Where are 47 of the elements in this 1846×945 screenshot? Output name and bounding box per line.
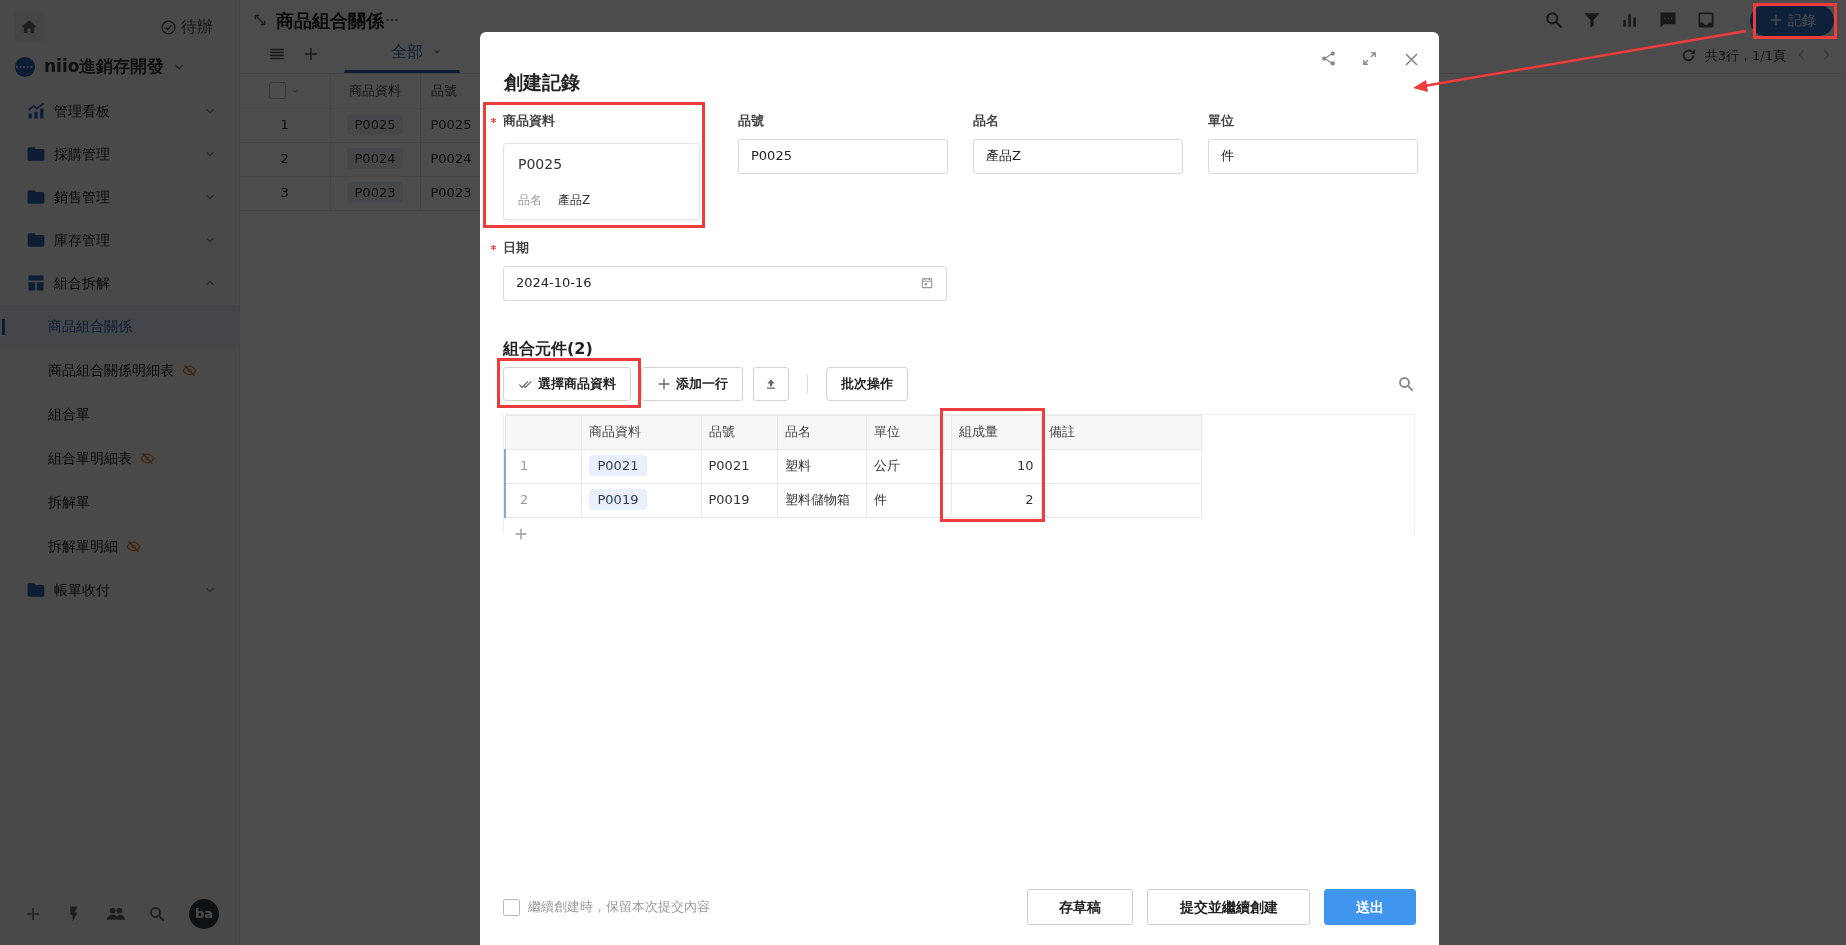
- checkbox-label: 繼續創建時，保留本次提交內容: [528, 898, 710, 917]
- table-cell: 公斤: [866, 449, 951, 483]
- record-field-value: 產品Z: [558, 191, 591, 209]
- submit-button[interactable]: 送出: [1324, 889, 1416, 925]
- text-field[interactable]: 產品Z: [973, 138, 1183, 174]
- column-header: 商品資料: [581, 415, 701, 449]
- page-summary: 共3行，1/1頁: [1704, 46, 1786, 65]
- column-header: 組成量: [951, 415, 1041, 449]
- share-icon[interactable]: [1320, 50, 1337, 67]
- date-field[interactable]: 2024-10-16: [503, 265, 947, 301]
- table-cell: 塑料儲物箱: [777, 483, 866, 517]
- table-cell: P0019: [701, 483, 777, 517]
- checkbox[interactable]: [503, 898, 520, 916]
- table-cell: 2: [951, 483, 1041, 517]
- field-label: 商品資料: [503, 111, 555, 130]
- record-field-label: 品名: [518, 191, 542, 209]
- row-number: 1: [505, 449, 581, 483]
- table-cell: 塑料: [777, 449, 866, 483]
- table-cell: 10: [951, 449, 1041, 483]
- field-label: 品號: [738, 111, 764, 130]
- toolbar-button[interactable]: 選擇商品資料: [503, 366, 631, 401]
- record-card[interactable]: P0025 品名 產品Z: [503, 142, 700, 220]
- row-number: 2: [505, 483, 581, 517]
- page-title: 商品組合關係: [276, 8, 384, 33]
- calendar-icon: [920, 276, 934, 290]
- field-label: 品名: [973, 111, 999, 130]
- text-field[interactable]: 件: [1208, 138, 1418, 174]
- column-header: 品名: [777, 415, 866, 449]
- action-button[interactable]: 提交並繼續創建: [1147, 889, 1310, 925]
- field-label: 日期: [503, 238, 529, 257]
- toolbar-button[interactable]: 添加一行: [641, 366, 743, 401]
- search-icon[interactable]: [1397, 374, 1415, 393]
- expand-icon[interactable]: [1361, 50, 1378, 67]
- action-button[interactable]: 存草稿: [1027, 889, 1133, 925]
- toolbar-button[interactable]: 批次操作: [826, 366, 908, 401]
- close-icon[interactable]: [1402, 50, 1421, 69]
- column-header: 品號: [701, 415, 777, 449]
- field-label: 單位: [1208, 111, 1234, 130]
- record-tag[interactable]: P0019: [588, 489, 648, 511]
- record-tag[interactable]: P0021: [588, 455, 648, 477]
- table-cell: 件: [866, 483, 951, 517]
- add-row-icon[interactable]: [513, 526, 529, 542]
- column-header: 單位: [866, 415, 951, 449]
- section-title: 組合元件(2): [503, 337, 594, 360]
- table-cell: P0021: [701, 449, 777, 483]
- text-field[interactable]: P0025: [738, 138, 948, 174]
- upload-button[interactable]: [753, 366, 789, 401]
